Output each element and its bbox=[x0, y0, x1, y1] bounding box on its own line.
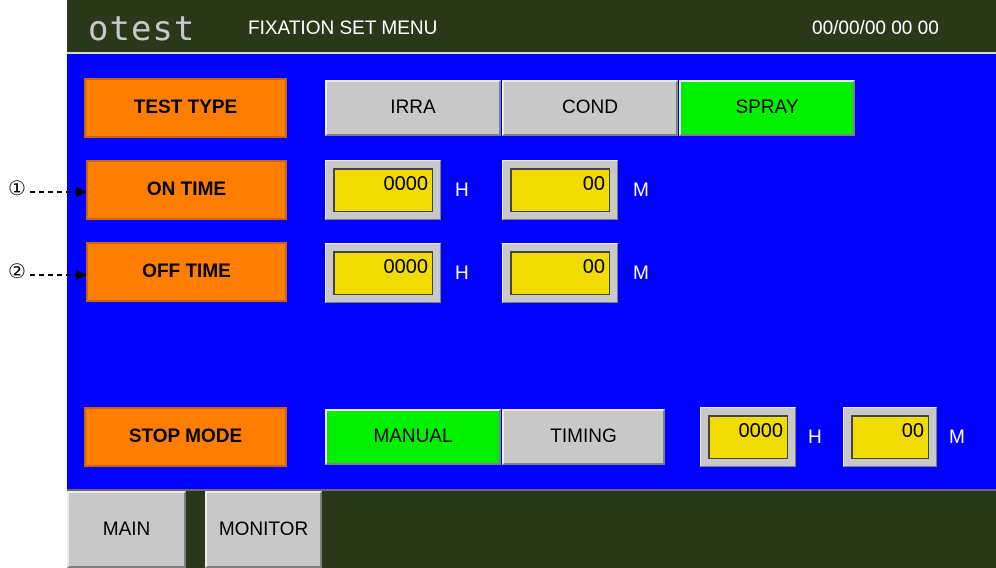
test-type-irra-button[interactable]: IRRA bbox=[325, 80, 501, 136]
off-time-label: OFF TIME bbox=[86, 242, 287, 302]
on-time-minutes-unit: M bbox=[633, 180, 649, 201]
brand-logo: otest bbox=[88, 9, 196, 49]
off-time-minutes-value: 00 bbox=[510, 251, 610, 295]
off-time-hours-unit: H bbox=[455, 263, 469, 284]
off-time-minutes-input[interactable]: 00 bbox=[502, 243, 618, 303]
marker-2: ② bbox=[8, 259, 26, 283]
stop-mode-manual-button[interactable]: MANUAL bbox=[325, 409, 501, 465]
pointer-arrow-icon bbox=[30, 187, 87, 197]
marker-1: ① bbox=[8, 176, 26, 200]
stop-mode-hours-input[interactable]: 0000 bbox=[700, 407, 796, 467]
stop-mode-timing-button[interactable]: TIMING bbox=[502, 409, 665, 465]
off-time-minutes-unit: M bbox=[633, 263, 649, 284]
stop-mode-label: STOP MODE bbox=[84, 407, 287, 467]
on-time-hours-input[interactable]: 0000 bbox=[325, 160, 441, 220]
datetime-display: 00/00/00 00 00 bbox=[812, 18, 939, 39]
on-time-hours-unit: H bbox=[455, 180, 469, 201]
stop-mode-minutes-unit: M bbox=[949, 427, 965, 448]
stop-mode-minutes-value: 00 bbox=[851, 415, 929, 459]
stop-mode-hours-value: 0000 bbox=[708, 415, 788, 459]
test-type-cond-button[interactable]: COND bbox=[502, 80, 678, 136]
on-time-minutes-value: 00 bbox=[510, 168, 610, 212]
pointer-arrow-icon bbox=[30, 270, 87, 280]
off-time-hours-value: 0000 bbox=[333, 251, 433, 295]
on-time-minutes-input[interactable]: 00 bbox=[502, 160, 618, 220]
off-time-hours-input[interactable]: 0000 bbox=[325, 243, 441, 303]
test-type-spray-button[interactable]: SPRAY bbox=[679, 80, 855, 136]
main-button[interactable]: MAIN bbox=[67, 491, 186, 568]
on-time-label: ON TIME bbox=[86, 160, 287, 220]
stop-mode-hours-unit: H bbox=[808, 427, 822, 448]
monitor-button[interactable]: MONITOR bbox=[205, 491, 322, 568]
on-time-hours-value: 0000 bbox=[333, 168, 433, 212]
page-title: FIXATION SET MENU bbox=[248, 18, 438, 39]
stop-mode-minutes-input[interactable]: 00 bbox=[843, 407, 937, 467]
test-type-label: TEST TYPE bbox=[84, 78, 287, 138]
